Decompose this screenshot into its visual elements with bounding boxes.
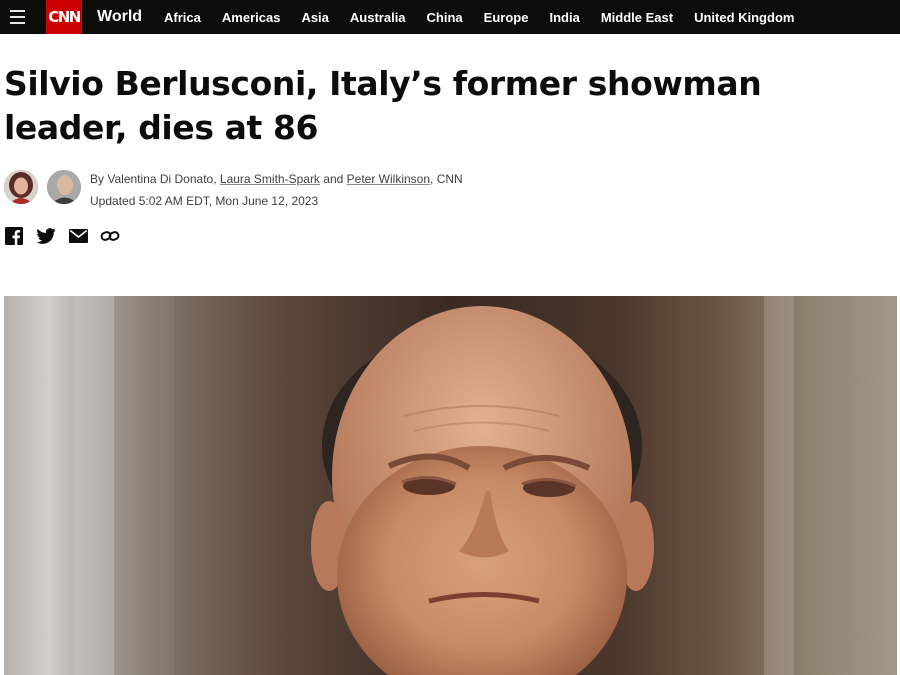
twitter-icon[interactable] xyxy=(36,226,56,246)
author-avatar[interactable] xyxy=(47,170,81,204)
nav-link-middle-east[interactable]: Middle East xyxy=(601,10,673,25)
hamburger-menu-icon[interactable] xyxy=(3,0,31,34)
author-name: Valentina Di Donato xyxy=(107,172,214,186)
section-title-world[interactable]: World xyxy=(97,8,142,26)
facebook-icon[interactable] xyxy=(4,226,24,246)
nav-link-asia[interactable]: Asia xyxy=(301,10,328,25)
byline-suffix: , CNN xyxy=(430,172,463,186)
nav-link-india[interactable]: India xyxy=(549,10,579,25)
article-headline: Silvio Berlusconi, Italy’s former showma… xyxy=(4,64,762,147)
author-avatar[interactable] xyxy=(4,170,38,204)
author-link[interactable]: Peter Wilkinson xyxy=(347,172,430,186)
author-link[interactable]: Laura Smith-Spark xyxy=(220,172,320,186)
byline: By Valentina Di Donato, Laura Smith-Spar… xyxy=(90,172,463,186)
byline-prefix: By xyxy=(90,172,105,186)
link-icon[interactable] xyxy=(100,226,120,246)
updated-timestamp: Updated 5:02 AM EDT, Mon June 12, 2023 xyxy=(90,194,319,208)
share-bar xyxy=(4,226,132,246)
nav-link-united-kingdom[interactable]: United Kingdom xyxy=(694,10,794,25)
email-icon[interactable] xyxy=(68,226,88,246)
nav-link-australia[interactable]: Australia xyxy=(350,10,406,25)
nav-link-china[interactable]: China xyxy=(427,10,463,25)
cnn-logo[interactable]: CNN xyxy=(46,0,82,34)
nav-link-europe[interactable]: Europe xyxy=(484,10,529,25)
byline-and: and xyxy=(323,172,344,186)
top-navigation: CNN World Africa Americas Asia Australia… xyxy=(0,0,900,34)
nav-link-americas[interactable]: Americas xyxy=(222,10,281,25)
region-nav: Africa Americas Asia Australia China Eur… xyxy=(151,10,802,25)
nav-link-africa[interactable]: Africa xyxy=(164,10,201,25)
byline-separator: , xyxy=(213,172,217,186)
hero-image xyxy=(4,296,897,675)
